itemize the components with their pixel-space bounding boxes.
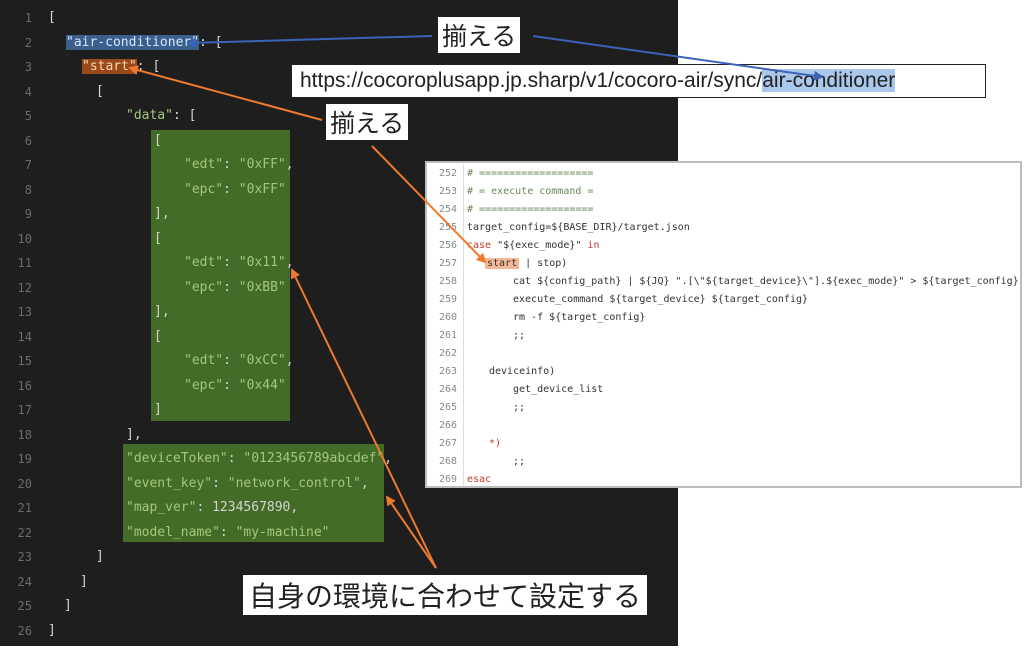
script-line[interactable]: 267 *)	[427, 435, 1020, 453]
script-line[interactable]: 262	[427, 345, 1020, 363]
script-line[interactable]: 264 get_device_list	[427, 381, 1020, 399]
script-line[interactable]: 252 # ===================	[427, 165, 1020, 183]
code-line[interactable]: 26]	[0, 619, 678, 643]
url-device-segment: air-conditioner	[762, 69, 896, 92]
script-line[interactable]: 261;;	[427, 327, 1020, 345]
script-line[interactable]: 256 case "${exec_mode}" in	[427, 237, 1020, 255]
key-air-conditioner: "air-conditioner"	[66, 35, 200, 50]
script-line[interactable]: 258 cat ${config_path} | ${JQ} ".[\"${tar…	[427, 273, 1020, 291]
code-line[interactable]: 21 "map_ver": 1234567890,	[0, 496, 678, 520]
key-start: "start"	[82, 59, 137, 74]
callout-configure-environment: 自身の環境に合わせて設定する	[243, 575, 648, 615]
url-prefix: https://cocoroplusapp.jp.sharp/v1/cocoro…	[300, 69, 763, 92]
callout-align-mode: 揃える	[326, 104, 409, 140]
script-line[interactable]: 265;;	[427, 399, 1020, 417]
code-line[interactable]: 22 "model_name": "my-machine"	[0, 521, 678, 545]
code-line[interactable]: 1[	[0, 6, 678, 30]
callout-align-url: 揃える	[438, 17, 521, 53]
script-line[interactable]: 257 start | stop)	[427, 255, 1020, 273]
script-line[interactable]: 253 # = execute command =	[427, 183, 1020, 201]
script-line[interactable]: 268;;	[427, 453, 1020, 471]
script-line[interactable]: 259 execute_command ${target_device} ${ta…	[427, 291, 1020, 309]
key-data: "data"	[126, 108, 173, 123]
script-line[interactable]: 269 esac	[427, 471, 1020, 486]
api-url-box: https://cocoroplusapp.jp.sharp/v1/cocoro…	[291, 64, 986, 98]
code-line[interactable]: 23]	[0, 545, 678, 569]
code-line[interactable]: 2 "air-conditioner": [	[0, 31, 678, 55]
shell-script-panel[interactable]: 252 # =================== 253 # = execute …	[425, 161, 1022, 488]
script-line[interactable]: 260 rm -f ${target_config}	[427, 309, 1020, 327]
start-case-label: start	[485, 258, 520, 269]
script-line[interactable]: 255 target_config=${BASE_DIR}/target.json	[427, 219, 1020, 237]
script-line[interactable]: 254 # ===================	[427, 201, 1020, 219]
script-line[interactable]: 263 deviceinfo)	[427, 363, 1020, 381]
script-line[interactable]: 266	[427, 417, 1020, 435]
